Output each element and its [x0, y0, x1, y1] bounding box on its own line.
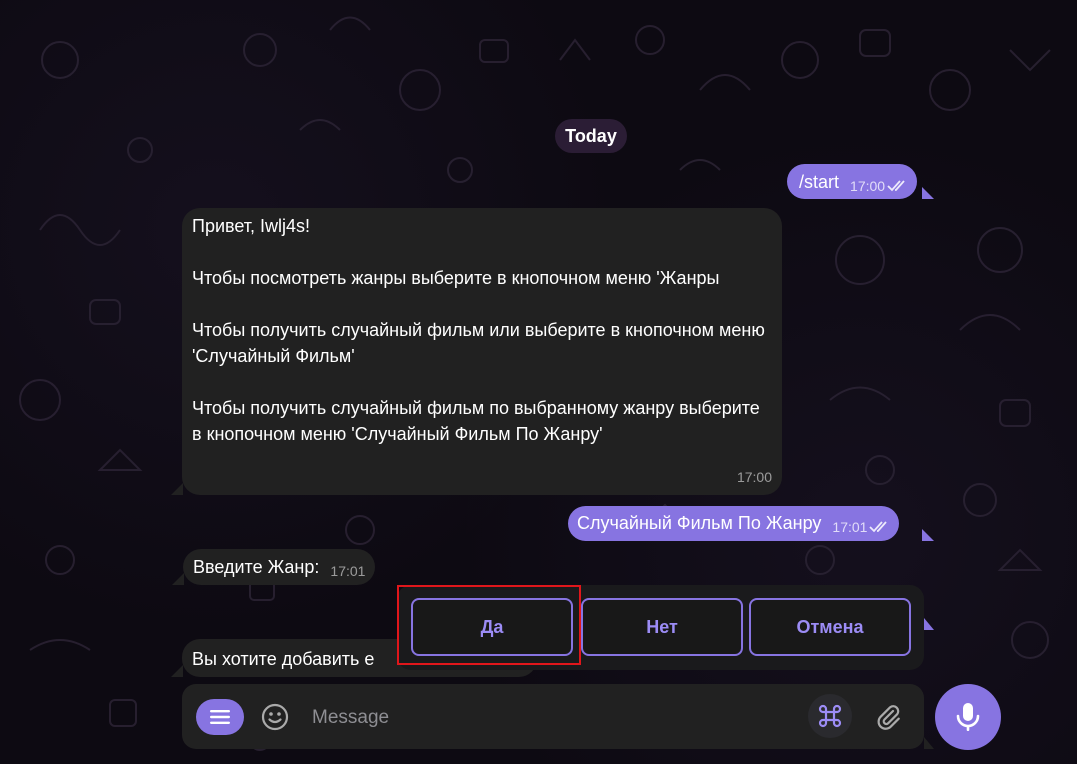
reply-keyboard: Да Нет Отмена	[397, 585, 924, 670]
keyboard-button-cancel[interactable]: Отмена	[749, 598, 911, 656]
commands-button[interactable]	[808, 694, 852, 738]
bubble-tail	[171, 665, 183, 677]
paperclip-icon	[877, 705, 900, 730]
menu-icon	[210, 710, 230, 724]
message-text: Привет, Iwlj4s! Чтобы посмотреть жанры в…	[192, 216, 765, 444]
message-meta: 17:00	[850, 179, 909, 193]
bubble-tail	[922, 529, 934, 541]
message-text: /start	[799, 172, 840, 192]
message-text: Случайный Фильм По Жанру	[577, 513, 822, 533]
bubble-tail	[171, 483, 183, 495]
bot-menu-button[interactable]	[196, 699, 244, 735]
double-check-icon	[887, 180, 905, 192]
keyboard-tail	[924, 618, 934, 630]
keyboard-button-label: Да	[480, 616, 504, 637]
outgoing-message[interactable]: Случайный Фильм По Жанру 17:01	[568, 506, 900, 541]
keyboard-button-label: Нет	[646, 616, 678, 637]
keyboard-button-yes[interactable]: Да	[411, 598, 573, 656]
command-icon	[818, 704, 842, 728]
voice-record-button[interactable]	[935, 684, 1001, 750]
emoji-button[interactable]	[260, 702, 290, 732]
message-text: Вы хотите добавить е	[192, 649, 375, 669]
bubble-tail	[922, 187, 934, 199]
attach-button[interactable]	[872, 700, 906, 734]
bubble-tail	[172, 573, 184, 585]
message-time: 17:01	[832, 519, 868, 535]
message-time: 17:00	[736, 469, 772, 485]
composer-tail	[924, 737, 934, 749]
double-check-icon	[869, 521, 888, 533]
message-text: Введите Жанр:	[193, 557, 320, 577]
message-time: 17:00	[850, 178, 886, 194]
incoming-message[interactable]: Введите Жанр: 17:01	[183, 549, 376, 585]
outgoing-message[interactable]: /start 17:00	[787, 164, 918, 199]
message-composer	[182, 684, 924, 749]
message-time: 17:01	[330, 563, 366, 579]
message-input[interactable]	[310, 700, 794, 736]
keyboard-button-no[interactable]: Нет	[581, 598, 743, 656]
microphone-icon	[956, 703, 980, 731]
keyboard-button-label: Отмена	[796, 616, 864, 637]
smiley-icon	[261, 703, 289, 731]
date-label: Today	[565, 125, 617, 146]
incoming-message[interactable]: Привет, Iwlj4s! Чтобы посмотреть жанры в…	[182, 208, 782, 495]
message-meta: 17:01	[832, 520, 891, 534]
message-meta: 17:01	[330, 564, 365, 578]
date-separator: Today	[555, 119, 627, 153]
